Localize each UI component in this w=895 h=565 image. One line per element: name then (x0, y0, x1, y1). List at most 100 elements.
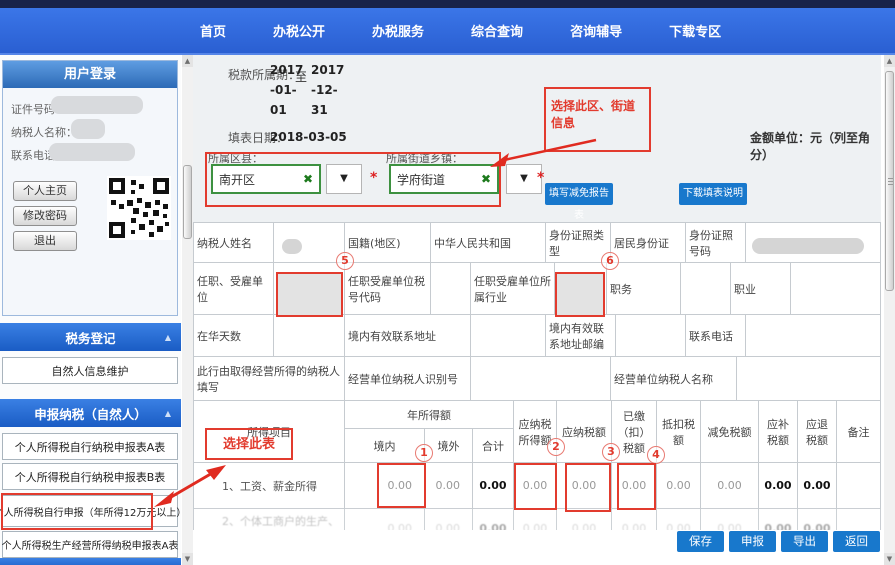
street-dropdown[interactable]: 学府街道 ✖ (389, 164, 499, 194)
cell-exempt[interactable]: 0.00 (701, 509, 759, 531)
section-declaration-natural-person[interactable]: 申报纳税（自然人） ▲ (0, 399, 181, 427)
business-note: 此行由取得经营所得的纳税人填写 (194, 357, 345, 401)
col-remark: 备注 (837, 401, 881, 463)
income-table: 所得项目 年所得额 应纳税所得额 应纳税额 已缴（扣）税额 抵扣税额 减免税额 … (193, 400, 881, 530)
scrollbar-thumb[interactable] (885, 71, 894, 291)
section-tax-registration-label: 税务登记 (65, 328, 115, 347)
cell-overseas[interactable]: 0.00 (425, 463, 473, 509)
sidebar-item-self-declare-120k[interactable]: 个人所得税自行申报（年所得12万元以上） (2, 495, 178, 527)
scroll-down-icon[interactable]: ▼ (884, 553, 895, 565)
occupation-cell[interactable] (791, 263, 881, 315)
collapse-arrow-icon[interactable]: ▲ (165, 409, 171, 418)
phone-cell[interactable] (746, 315, 881, 357)
business-name-cell[interactable] (737, 357, 881, 401)
id-number-cell[interactable] (746, 223, 881, 263)
scroll-down-icon[interactable]: ▼ (182, 553, 193, 565)
section-tax-registration[interactable]: 税务登记 ▲ (0, 323, 181, 351)
save-button[interactable]: 保存 (677, 531, 724, 552)
declare-button[interactable]: 申报 (729, 531, 776, 552)
district-required-mark: * (370, 170, 377, 186)
cell-remark[interactable] (837, 463, 881, 509)
cell-payable[interactable]: 0.00 (557, 509, 612, 531)
page-scrollbar[interactable]: ▲ ▼ (884, 55, 895, 565)
id-type-value: 居民身份证 (611, 223, 686, 263)
district-dropdown-toggle[interactable]: ▼ (326, 164, 362, 194)
chevron-down-icon: ▼ (340, 173, 348, 184)
fill-date-value: 2018-03-05 (270, 127, 347, 147)
industry-input-highlighted[interactable] (555, 272, 605, 317)
col-tax-deducted: 抵扣税额 (657, 401, 701, 463)
inner-scrollbar[interactable]: ▲ ▼ (182, 55, 193, 565)
col-annual-income: 年所得额 (345, 401, 514, 429)
nationality-value: 中华人民共和国 (431, 223, 546, 263)
business-id-cell[interactable] (471, 357, 611, 401)
cell-taxable[interactable]: 0.00 (514, 463, 557, 509)
cell-domestic[interactable]: 0.00 (345, 509, 425, 531)
zip-label: 境内有效联系地址邮编 (546, 315, 616, 357)
days-in-china-cell[interactable] (274, 315, 345, 357)
login-panel-title: 用户登录 (3, 61, 177, 88)
nav-home[interactable]: 首页 (200, 21, 226, 40)
nav-tax-service[interactable]: 办税服务 (372, 21, 424, 40)
nav-download[interactable]: 下载专区 (669, 21, 721, 40)
col-tax-due: 应补税额 (759, 401, 798, 463)
zip-cell[interactable] (616, 315, 686, 357)
nationality-label: 国籍(地区) (345, 223, 431, 263)
scroll-up-icon[interactable]: ▲ (884, 55, 895, 67)
clear-icon[interactable]: ✖ (481, 172, 491, 186)
address-label: 境内有效联系地址 (345, 315, 471, 357)
cell-total: 0.00 (473, 463, 514, 509)
sidebar-item-form-b[interactable]: 个人所得税自行纳税申报表B表 (2, 463, 178, 490)
cell-payable[interactable]: 0.00 (557, 463, 612, 509)
back-button[interactable]: 返回 (833, 531, 880, 552)
qr-code (107, 176, 171, 240)
cell-deducted[interactable]: 0.00 (657, 463, 701, 509)
nav-tax-public[interactable]: 办税公开 (273, 21, 325, 40)
taxpayer-info-row: 纳税人姓名 国籍(地区) 中华人民共和国 身份证照类型 居民身份证 身份证照号码 (193, 222, 881, 263)
sidebar-item-form-a[interactable]: 个人所得税自行纳税申报表A表 (2, 433, 178, 460)
taxpayer-name-cell[interactable] (274, 223, 345, 263)
personal-home-button[interactable]: 个人主页 (13, 181, 77, 201)
cell-total: 0.00 (473, 509, 514, 531)
scroll-up-icon[interactable]: ▲ (182, 55, 193, 67)
export-button[interactable]: 导出 (781, 531, 828, 552)
nav-query[interactable]: 综合查询 (471, 21, 523, 40)
next-section-header-partial[interactable] (0, 558, 181, 565)
id-number-value-redacted (51, 96, 143, 114)
cell-taxable[interactable]: 0.00 (514, 509, 557, 531)
contact-phone-value-redacted (49, 143, 135, 161)
cell-exempt[interactable]: 0.00 (701, 463, 759, 509)
sidebar-item-natural-person-info[interactable]: 自然人信息维护 (2, 357, 178, 384)
cell-overseas[interactable]: 0.00 (425, 509, 473, 531)
fill-reduction-report-button[interactable]: 填写减免报告表 (545, 183, 613, 205)
street-value: 学府街道 (397, 171, 445, 188)
cell-deducted[interactable]: 0.00 (657, 509, 701, 531)
clear-icon[interactable]: ✖ (303, 172, 313, 186)
cell-paid[interactable]: 0.00 (612, 509, 657, 531)
collapse-arrow-icon[interactable]: ▲ (165, 333, 171, 342)
income-item-2: 2、个体工商户的生产、经营所得 (194, 509, 345, 531)
phone-label: 联系电话 (686, 315, 746, 357)
taxpayer-name-label: 纳税人名称： (11, 124, 77, 140)
income-item-1: 1、工资、薪金所得 (194, 463, 345, 509)
cell-remark[interactable] (837, 509, 881, 531)
logout-button[interactable]: 退出 (13, 231, 77, 251)
cell-domestic[interactable]: 0.00 (345, 463, 425, 509)
employer-tax-code-cell[interactable] (431, 263, 471, 315)
nav-consult[interactable]: 咨询辅导 (570, 21, 622, 40)
browser-top-strip (0, 0, 895, 8)
download-instructions-button[interactable]: 下载填表说明 (679, 183, 747, 205)
business-info-row: 此行由取得经营所得的纳税人填写 经营单位纳税人识别号 经营单位纳税人名称 (193, 356, 881, 401)
col-tax-exempt: 减免税额 (701, 401, 759, 463)
employer-input-highlighted[interactable] (276, 272, 343, 317)
post-cell[interactable] (681, 263, 731, 315)
footer-bar: 保存 申报 导出 返回 (193, 530, 881, 565)
district-dropdown[interactable]: 南开区 ✖ (211, 164, 321, 194)
table-row: 2、个体工商户的生产、经营所得 0.00 0.00 0.00 0.00 0.00… (194, 509, 881, 531)
scrollbar-thumb[interactable] (183, 165, 192, 239)
sidebar-item-business-form-a[interactable]: 个人所得税生产经营所得纳税申报表A表 (2, 531, 178, 558)
cell-paid[interactable]: 0.00 (612, 463, 657, 509)
address-cell[interactable] (471, 315, 546, 357)
section-declaration-label: 申报纳税（自然人） (34, 404, 147, 423)
change-password-button[interactable]: 修改密码 (13, 206, 77, 226)
